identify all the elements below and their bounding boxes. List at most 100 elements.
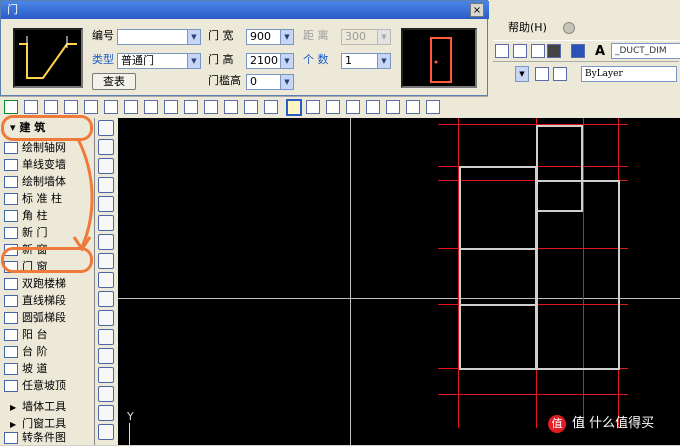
ramp-icon — [4, 363, 18, 375]
dialog-title: 门 — [7, 3, 18, 16]
sill-label: 门槛高 — [208, 74, 241, 87]
chevron-down-icon[interactable]: ▼ — [515, 66, 529, 82]
niche-icon[interactable] — [406, 100, 420, 114]
zoom-icon[interactable] — [531, 44, 545, 58]
sidebar-item-label: 标 准 柱 — [22, 192, 62, 205]
insert-along-icon[interactable] — [24, 100, 38, 114]
ucs-axis-icon — [129, 423, 130, 445]
door-plan-preview — [13, 28, 83, 88]
arc-icon[interactable] — [98, 196, 114, 212]
point-icon[interactable] — [98, 348, 114, 364]
line-icon[interactable] — [98, 120, 114, 136]
door-width-value: 900 — [250, 30, 271, 43]
insert-equal-icon[interactable] — [84, 100, 98, 114]
number-input[interactable]: ▼ — [117, 29, 201, 45]
ucs-y-label: Y — [127, 410, 134, 423]
insert-free-icon[interactable] — [4, 100, 18, 114]
window-type-icon[interactable] — [306, 100, 320, 114]
door-type-icon[interactable] — [286, 99, 302, 116]
dimstyle-select[interactable]: _DUCT_DIM — [611, 43, 680, 59]
door-width-input[interactable]: 900 ▼ — [246, 29, 294, 45]
hatch-icon[interactable] — [98, 367, 114, 383]
text-style-icon[interactable]: A — [595, 44, 605, 59]
revcloud-icon[interactable] — [98, 234, 114, 250]
gradient-icon[interactable] — [98, 386, 114, 402]
room-wall — [459, 304, 537, 370]
chevron-down-icon[interactable]: ▼ — [377, 54, 390, 68]
sidebar-item-label: 新 门 — [22, 226, 48, 239]
sidebar-item-label: 角 柱 — [22, 209, 48, 222]
room-wall — [459, 166, 537, 250]
chevron-down-icon[interactable]: ▼ — [187, 30, 200, 44]
count-input[interactable]: 1 ▼ — [341, 53, 391, 69]
arc-window-icon[interactable] — [366, 100, 380, 114]
balcony-icon — [4, 329, 18, 341]
layer-select[interactable]: ByLayer — [581, 66, 677, 82]
sidebar-item-balcony[interactable]: 阳 台 — [4, 327, 92, 343]
insert-block-icon[interactable] — [98, 310, 114, 326]
match-icon[interactable] — [513, 44, 527, 58]
door-height-label: 门 高 — [208, 53, 234, 66]
help-menu[interactable]: 帮助(H) — [508, 20, 547, 36]
insert-angle-icon[interactable] — [144, 100, 158, 114]
sidebar-item-ramp[interactable]: 坡 道 — [4, 361, 92, 377]
circle-icon[interactable] — [98, 215, 114, 231]
door-window-icon[interactable] — [326, 100, 340, 114]
make-block-icon[interactable] — [98, 329, 114, 345]
door-height-input[interactable]: 2100 ▼ — [246, 53, 294, 69]
drawing-canvas[interactable]: Y — [118, 118, 680, 445]
layer-value: ByLayer — [585, 69, 623, 79]
sill-input[interactable]: 0 ▼ — [246, 74, 294, 90]
close-button[interactable]: × — [470, 3, 484, 17]
triangle-right-icon: ▶ — [10, 420, 17, 429]
chevron-down-icon[interactable]: ▼ — [280, 30, 293, 44]
construction-line-icon[interactable] — [98, 139, 114, 155]
ellipse-icon[interactable] — [98, 272, 114, 288]
layer-stack-icon[interactable] — [553, 67, 567, 81]
sidebar-item-roof[interactable]: 任意坡顶 — [4, 378, 92, 394]
calculator-icon[interactable] — [547, 44, 561, 58]
sidebar-item-double-stair[interactable]: 双跑楼梯 — [4, 276, 92, 292]
sidebar-item-straight-stair[interactable]: 直线梯段 — [4, 293, 92, 309]
layer-state-icon[interactable] — [535, 67, 549, 81]
region-icon[interactable] — [98, 405, 114, 421]
insert-wall-icon[interactable] — [184, 100, 198, 114]
table-icon[interactable] — [98, 424, 114, 440]
sidebar-item-steps[interactable]: 台 阶 — [4, 344, 92, 360]
minimize-icon[interactable] — [563, 22, 575, 34]
door-plan-icon — [19, 36, 77, 79]
query-button[interactable]: 查表 — [92, 73, 136, 90]
paste-icon[interactable] — [495, 44, 509, 58]
axis-line — [438, 394, 628, 395]
room-wall — [459, 248, 537, 306]
rectangle-icon[interactable] — [98, 177, 114, 193]
insert-center-icon[interactable] — [44, 100, 58, 114]
insert-pick-icon[interactable] — [204, 100, 218, 114]
ellipse-arc-icon[interactable] — [98, 291, 114, 307]
sidebar-item-wall-tools[interactable]: ▶ 墙体工具 — [4, 399, 92, 415]
polygon-icon[interactable] — [98, 158, 114, 174]
help-icon[interactable] — [571, 44, 585, 58]
chevron-down-icon[interactable]: ▼ — [280, 54, 293, 68]
insert-room-icon[interactable] — [164, 100, 178, 114]
eyedropper-icon[interactable] — [264, 100, 278, 114]
sidebar-item-label: 双跑楼梯 — [22, 277, 66, 290]
sidebar-item-arc-stair[interactable]: 圆弧梯段 — [4, 310, 92, 326]
insert-fill-icon[interactable] — [124, 100, 138, 114]
sidebar-item-convert[interactable]: 转条件图 — [4, 430, 92, 446]
type-select[interactable]: 普通门 ▼ — [117, 53, 201, 69]
chevron-down-icon[interactable]: ▼ — [280, 75, 293, 89]
bay-window-icon[interactable] — [346, 100, 360, 114]
insert-multi-icon[interactable] — [224, 100, 238, 114]
opening-icon[interactable] — [386, 100, 400, 114]
chevron-down-icon[interactable]: ▼ — [187, 54, 200, 68]
spline-icon[interactable] — [98, 253, 114, 269]
sidebar-item-label: 坡 道 — [22, 362, 48, 375]
replace-icon[interactable] — [244, 100, 258, 114]
standard-toolbar: A _DUCT_DIM — [493, 40, 680, 62]
cad-toolbar-area: 帮助(H) A _DUCT_DIM ▼ ByLayer — [488, 0, 680, 118]
insert-axis-icon[interactable] — [64, 100, 78, 114]
corner-window-icon[interactable] — [426, 100, 440, 114]
insert-corner-icon[interactable] — [104, 100, 118, 114]
line-wall-icon — [4, 159, 18, 171]
